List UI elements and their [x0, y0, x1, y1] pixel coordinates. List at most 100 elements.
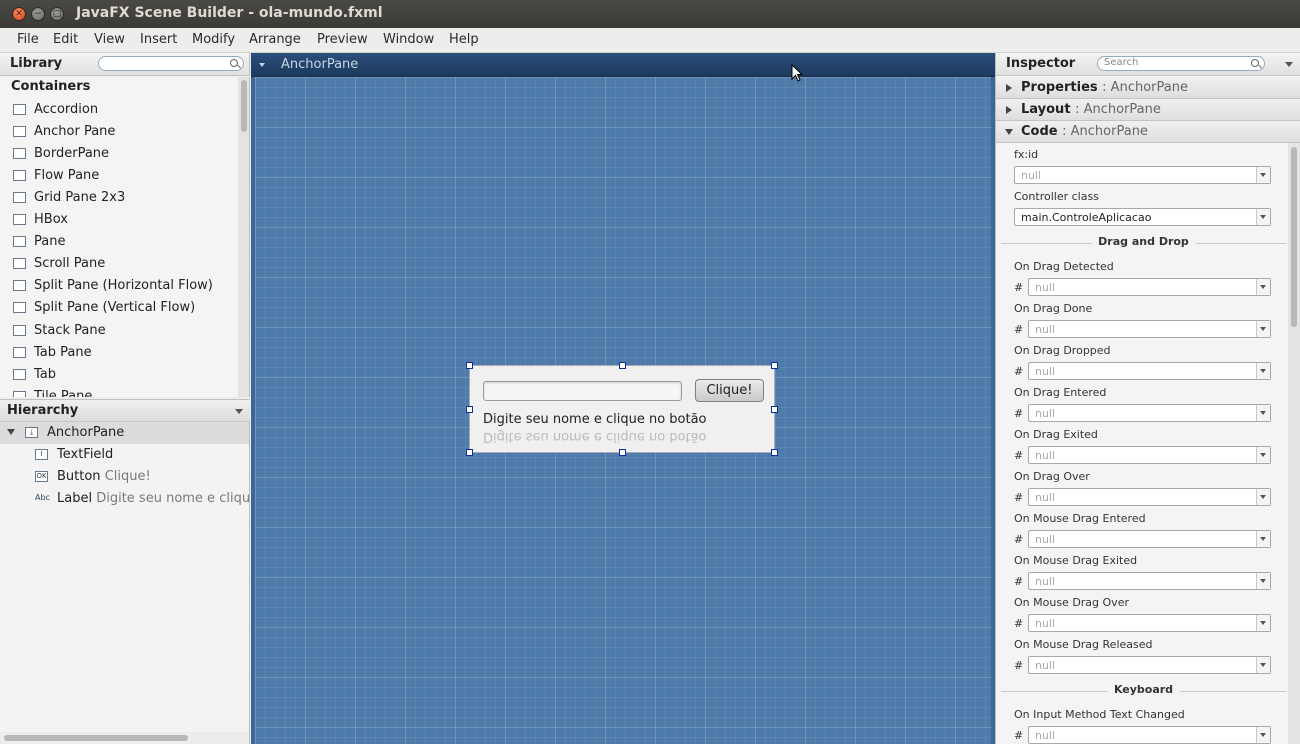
handler-combobox[interactable]: null: [1028, 404, 1271, 422]
menu-help[interactable]: Help: [449, 32, 479, 47]
resize-handle-s[interactable]: [619, 449, 626, 456]
resize-handle-sw[interactable]: [466, 449, 473, 456]
library-search-input[interactable]: [98, 56, 244, 71]
handler-combobox[interactable]: null: [1028, 488, 1271, 506]
handler-value: null: [1035, 575, 1056, 588]
library-item[interactable]: Tab Pane: [0, 342, 238, 364]
chevron-down-icon[interactable]: [1256, 727, 1270, 743]
menu-window[interactable]: Window: [383, 32, 434, 47]
menu-bar: File Edit View Insert Modify Arrange Pre…: [0, 28, 1300, 53]
resize-handle-nw[interactable]: [466, 362, 473, 369]
fxid-combobox[interactable]: null: [1014, 166, 1271, 184]
chevron-down-icon[interactable]: [259, 63, 265, 67]
chevron-down-icon[interactable]: [1256, 209, 1270, 225]
resize-handle-e[interactable]: [771, 406, 778, 413]
chevron-down-icon[interactable]: [1256, 321, 1270, 337]
chevron-down-icon[interactable]: [1285, 62, 1293, 67]
chevron-down-icon[interactable]: [1256, 167, 1270, 183]
library-scrollbar[interactable]: [238, 77, 250, 397]
inspector-scrollbar-thumb[interactable]: [1291, 147, 1297, 327]
menu-insert[interactable]: Insert: [140, 32, 177, 47]
library-item[interactable]: HBox: [0, 209, 238, 231]
chevron-down-icon[interactable]: [1256, 279, 1270, 295]
library-item[interactable]: Grid Pane 2x3: [0, 187, 238, 209]
hash-icon: #: [1014, 407, 1024, 420]
handler-label: On Mouse Drag Entered: [1014, 512, 1146, 525]
hierarchy-root-label: AnchorPane: [47, 425, 125, 440]
hierarchy-row-label[interactable]: Abc Label Digite seu nome e cliqu: [0, 488, 250, 510]
chevron-down-icon[interactable]: [1256, 363, 1270, 379]
library-item-label: Flow Pane: [34, 168, 100, 183]
menu-preview[interactable]: Preview: [317, 32, 368, 47]
handler-combobox[interactable]: null: [1028, 320, 1271, 338]
section-layout[interactable]: Layout : AnchorPane: [996, 99, 1300, 121]
library-scrollbar-thumb[interactable]: [241, 80, 247, 132]
hierarchy-hscrollbar[interactable]: [0, 732, 250, 744]
handler-combobox[interactable]: null: [1028, 446, 1271, 464]
handler-value: null: [1035, 323, 1056, 336]
chevron-down-icon[interactable]: [235, 409, 243, 414]
resize-handle-w[interactable]: [466, 406, 473, 413]
library-item-label: Accordion: [34, 102, 99, 117]
chevron-down-icon[interactable]: [1256, 657, 1270, 673]
library-item[interactable]: Accordion: [0, 99, 238, 121]
library-item[interactable]: Tab: [0, 364, 238, 386]
library-item[interactable]: Scroll Pane: [0, 253, 238, 275]
resize-handle-n[interactable]: [619, 362, 626, 369]
hierarchy-item-text: Digite seu nome e cliqu: [96, 491, 250, 506]
hierarchy-row-anchorpane[interactable]: ⤓ AnchorPane: [0, 422, 249, 444]
minimize-window-icon[interactable]: −: [31, 7, 45, 21]
menu-view[interactable]: View: [94, 32, 125, 47]
section-subtitle: : AnchorPane: [1075, 102, 1161, 117]
anchor-pane-preview[interactable]: Clique! Digite seu nome e clique no botã…: [469, 365, 775, 453]
section-code[interactable]: Code : AnchorPane: [996, 121, 1300, 143]
library-item[interactable]: Split Pane (Horizontal Flow): [0, 275, 238, 297]
section-properties[interactable]: Properties : AnchorPane: [996, 77, 1300, 99]
handler-combobox[interactable]: null: [1028, 656, 1271, 674]
hash-icon: #: [1014, 491, 1024, 504]
content-breadcrumb[interactable]: AnchorPane: [281, 57, 358, 72]
preview-label[interactable]: Digite seu nome e clique no botão: [483, 412, 707, 427]
library-item[interactable]: Flow Pane: [0, 165, 238, 187]
library-item[interactable]: Anchor Pane: [0, 121, 238, 143]
chevron-down-icon[interactable]: [1256, 489, 1270, 505]
hierarchy-hscrollbar-thumb[interactable]: [4, 735, 188, 741]
expand-triangle-icon[interactable]: [7, 429, 15, 435]
handler-combobox[interactable]: null: [1028, 362, 1271, 380]
chevron-down-icon[interactable]: [1256, 531, 1270, 547]
hierarchy-row-button[interactable]: OK Button Clique!: [0, 466, 249, 488]
library-item[interactable]: Stack Pane: [0, 320, 238, 342]
menu-edit[interactable]: Edit: [53, 32, 78, 47]
preview-textfield[interactable]: [483, 381, 682, 401]
menu-file[interactable]: File: [17, 32, 39, 47]
handler-combobox[interactable]: null: [1028, 530, 1271, 548]
close-window-icon[interactable]: ✕: [12, 7, 26, 21]
inspector-scrollbar[interactable]: [1288, 143, 1300, 744]
menu-arrange[interactable]: Arrange: [249, 32, 301, 47]
inspector-search-input[interactable]: Search: [1097, 56, 1265, 71]
handler-combobox[interactable]: null: [1028, 572, 1271, 590]
collapsed-triangle-icon: [1006, 84, 1012, 92]
maximize-window-icon[interactable]: □: [50, 7, 64, 21]
chevron-down-icon[interactable]: [1256, 447, 1270, 463]
resize-handle-ne[interactable]: [771, 362, 778, 369]
hash-icon: #: [1014, 323, 1024, 336]
chevron-down-icon[interactable]: [1256, 573, 1270, 589]
handler-combobox[interactable]: null: [1028, 726, 1271, 744]
menu-modify[interactable]: Modify: [192, 32, 235, 47]
hierarchy-row-textfield[interactable]: I TextField: [0, 444, 249, 466]
chevron-down-icon[interactable]: [1256, 615, 1270, 631]
library-item[interactable]: Split Pane (Vertical Flow): [0, 297, 238, 319]
preview-button[interactable]: Clique!: [695, 379, 764, 402]
library-item[interactable]: BorderPane: [0, 143, 238, 165]
handler-combobox[interactable]: null: [1028, 614, 1271, 632]
library-item[interactable]: Tile Pane: [0, 386, 238, 397]
hash-icon: #: [1014, 533, 1024, 546]
controller-class-combobox[interactable]: main.ControleAplicacao: [1014, 208, 1271, 226]
library-item-label: Stack Pane: [34, 323, 106, 338]
handler-combobox[interactable]: null: [1028, 278, 1271, 296]
container-icon: [13, 391, 26, 397]
chevron-down-icon[interactable]: [1256, 405, 1270, 421]
library-item[interactable]: Pane: [0, 231, 238, 253]
resize-handle-se[interactable]: [771, 449, 778, 456]
